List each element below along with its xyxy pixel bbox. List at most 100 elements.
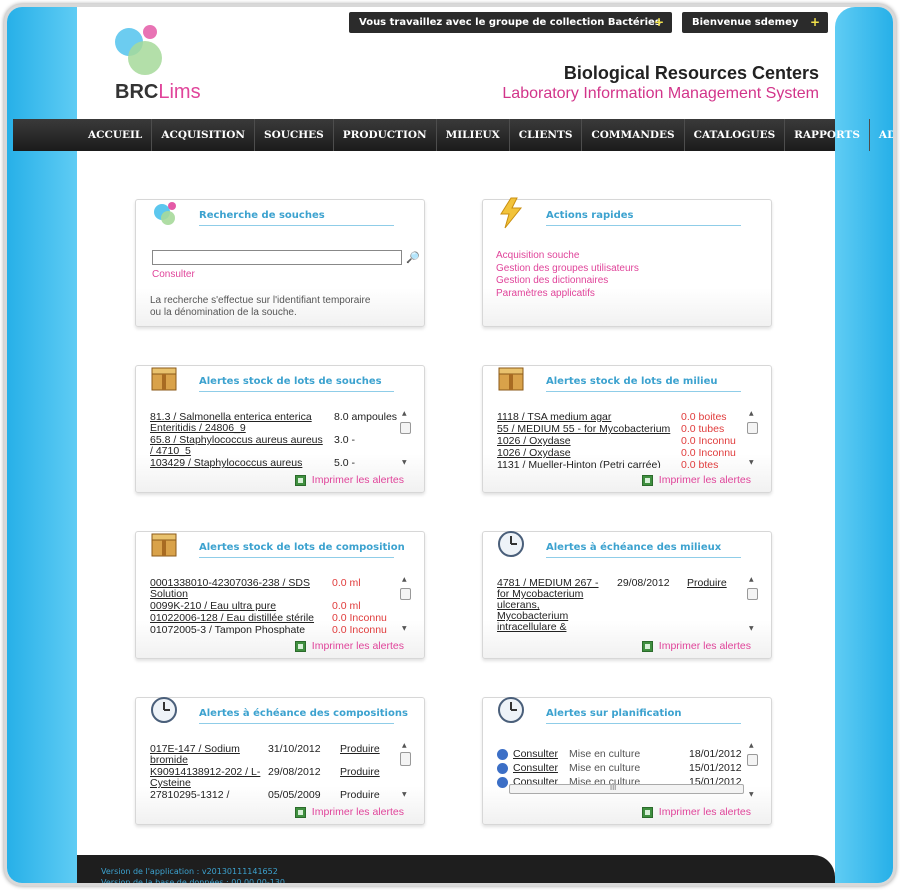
alert-list: 1118 / TSA medium agar 0.0 boites 55 / ME… [497, 412, 747, 468]
browser-frame: Vous travaillez avec le groupe de collec… [4, 4, 896, 886]
nav-souches[interactable]: SOUCHES [255, 119, 334, 151]
list-item: 1026 / Oxydase 0.0 Inconnu [497, 447, 736, 459]
nav-acquisition[interactable]: ACQUISITION [152, 119, 256, 151]
nav-accueil[interactable]: ACCUEIL [79, 119, 153, 151]
panel-title: Recherche de souches [199, 210, 394, 226]
nav-rapports[interactable]: RAPPORTS [785, 119, 870, 151]
panel-title: Alertes à échéance des compositions [199, 708, 408, 724]
nav-milieux[interactable]: MILIEUX [437, 119, 510, 151]
search-hint: La recherche s'effectue sur l'identifian… [150, 295, 371, 318]
welcome-user-button[interactable]: Bienvenue sdemey + [682, 12, 828, 33]
list-item: 27810295-1312 /05/05/2009 Produire [150, 789, 380, 801]
list-scrollbar[interactable]: ▲ ▼ [400, 742, 412, 798]
strain-stock-alerts-panel: Alertes stock de lots de souches 81.3 / … [135, 365, 425, 493]
print-alerts-link[interactable]: Imprimer les alertes [641, 806, 751, 818]
list-scrollbar[interactable]: ▲ ▼ [747, 576, 759, 632]
panel-title: Actions rapides [546, 210, 741, 226]
list-scrollbar[interactable]: ▲ ▼ [400, 410, 412, 466]
db-version: Version de la base de données : 00.00.00… [101, 878, 286, 886]
list-scrollbar[interactable]: ▲ ▼ [747, 742, 759, 798]
clock-icon [491, 526, 531, 562]
excel-icon [294, 640, 306, 652]
planning-alerts-panel: Alertes sur planification Consulter Mise … [482, 697, 772, 825]
nav-commandes[interactable]: COMMANDES [582, 119, 685, 151]
panel-title: Alertes sur planification [546, 708, 741, 724]
list-item: 55 / MEDIUM 55 - for Mycobacterium 0.0 tu… [497, 423, 725, 435]
print-alerts-link[interactable]: Imprimer les alertes [294, 806, 404, 818]
excel-icon [641, 806, 653, 818]
search-icon[interactable]: 🔎 [406, 251, 420, 264]
plus-icon: + [653, 15, 664, 29]
strain-search-input[interactable] [152, 250, 402, 265]
print-alerts-link[interactable]: Imprimer les alertes [641, 474, 751, 486]
plus-icon: + [809, 15, 820, 29]
panel-title: Alertes stock de lots de composition [199, 542, 405, 558]
logo-circle-pink [143, 25, 157, 39]
alert-list: Consulter Mise en culture 18/01/2012 Consu… [497, 747, 747, 789]
nav-clients[interactable]: CLIENTS [510, 119, 583, 151]
list-item: 017E-147 / Sodium bromide 31/10/2012 Produ… [150, 744, 380, 766]
info-icon [497, 762, 508, 774]
list-item: K90914138912-202 / L-Cysteine 29/08/2012 P… [150, 766, 380, 789]
list-item: Consulter Mise en culture 18/01/2012 [497, 747, 747, 761]
list-item: 1118 / TSA medium agar 0.0 boites [497, 412, 727, 423]
medium-stock-alerts-panel: Alertes stock de lots de milieu 1118 / T… [482, 365, 772, 493]
consult-link[interactable]: Consulter [152, 269, 195, 280]
quick-links: Acquisition souche Gestion des groupes u… [496, 250, 639, 300]
list-item: 103429 / Staphylococcus aureus 5.0 - [150, 457, 356, 469]
print-alerts-link[interactable]: Imprimer les alertes [641, 640, 751, 652]
clock-icon [144, 692, 184, 728]
list-item: 0099K-210 / Eau ultra pure 0.0 ml [150, 600, 361, 612]
nav-catalogues[interactable]: CATALOGUES [685, 119, 786, 151]
app-version: Version de l'application : v201301111416… [101, 867, 278, 876]
alert-list: 4781 / MEDIUM 267 - for Mycobacterium ul… [497, 578, 747, 634]
list-item: 01022006-128 / Eau distillée stérile 0.0 … [150, 612, 387, 624]
quick-link-acquisition[interactable]: Acquisition souche [496, 250, 639, 263]
list-item: Consulter Mise en culture 15/01/2012 [497, 761, 747, 775]
lightning-icon [491, 194, 531, 230]
horizontal-scrollbar[interactable]: III [509, 784, 744, 794]
page-container: Vous travaillez avec le groupe de collec… [13, 7, 893, 886]
nav-production[interactable]: PRODUCTION [334, 119, 437, 151]
collection-group-button[interactable]: Vous travaillez avec le groupe de collec… [349, 12, 672, 33]
composition-expiry-alerts-panel: Alertes à échéance des compositions 017E… [135, 697, 425, 825]
list-item: 0001338010-42307036-238 / SDS Solution 0.… [150, 578, 361, 600]
dots-icon [144, 194, 184, 230]
list-item: 1131 / Mueller-Hinton (Petri carrée) 0.0 … [497, 459, 719, 469]
app-subtitle: Laboratory Information Management System [502, 85, 819, 102]
box-icon [491, 360, 531, 396]
nav-admin[interactable]: ADMIN [870, 119, 893, 151]
list-scrollbar[interactable]: ▲ ▼ [400, 576, 412, 632]
logo-text: BRCLims [115, 81, 201, 103]
alert-list: 81.3 / Salmonella enterica enterica Ente… [150, 412, 400, 468]
box-icon [144, 360, 184, 396]
list-item: 01072005-3 / Tampon Phosphate 0.0 Inconnu [150, 624, 387, 635]
list-item: 1026 / Oxydase 0.0 Inconnu [497, 435, 736, 447]
excel-icon [294, 806, 306, 818]
logo-circle-green [128, 41, 162, 75]
quick-link-user-groups[interactable]: Gestion des groupes utilisateurs [496, 263, 639, 276]
box-icon [144, 526, 184, 562]
list-item: 4781 / MEDIUM 267 - for Mycobacterium ul… [497, 578, 727, 633]
print-alerts-link[interactable]: Imprimer les alertes [294, 474, 404, 486]
alert-list: 0001338010-42307036-238 / SDS Solution 0.… [150, 578, 400, 634]
welcome-label: Bienvenue sdemey [692, 17, 799, 28]
info-icon [497, 748, 508, 760]
panel-title: Alertes à échéance des milieux [546, 542, 741, 558]
composition-stock-alerts-panel: Alertes stock de lots de composition 000… [135, 531, 425, 659]
footer: Version de l'application : v201301111416… [77, 855, 835, 886]
list-scrollbar[interactable]: ▲ ▼ [747, 410, 759, 466]
quick-link-dictionaries[interactable]: Gestion des dictionnaires [496, 275, 639, 288]
print-alerts-link[interactable]: Imprimer les alertes [294, 640, 404, 652]
collection-group-label: Vous travaillez avec le groupe de collec… [359, 17, 661, 28]
list-item: 81.3 / Salmonella enterica enterica Ente… [150, 412, 398, 434]
info-icon [497, 776, 508, 788]
panel-title: Alertes stock de lots de souches [199, 376, 394, 392]
quick-actions-panel: Actions rapides Acquisition souche Gesti… [482, 197, 772, 327]
excel-icon [294, 474, 306, 486]
quick-link-settings[interactable]: Paramètres applicatifs [496, 288, 639, 301]
panel-title: Alertes stock de lots de milieu [546, 376, 741, 392]
media-expiry-alerts-panel: Alertes à échéance des milieux 4781 / ME… [482, 531, 772, 659]
list-item: 65.8 / Staphylococcus aureus aureus / 47… [150, 434, 356, 457]
app-title: Biological Resources Centers [563, 63, 819, 83]
